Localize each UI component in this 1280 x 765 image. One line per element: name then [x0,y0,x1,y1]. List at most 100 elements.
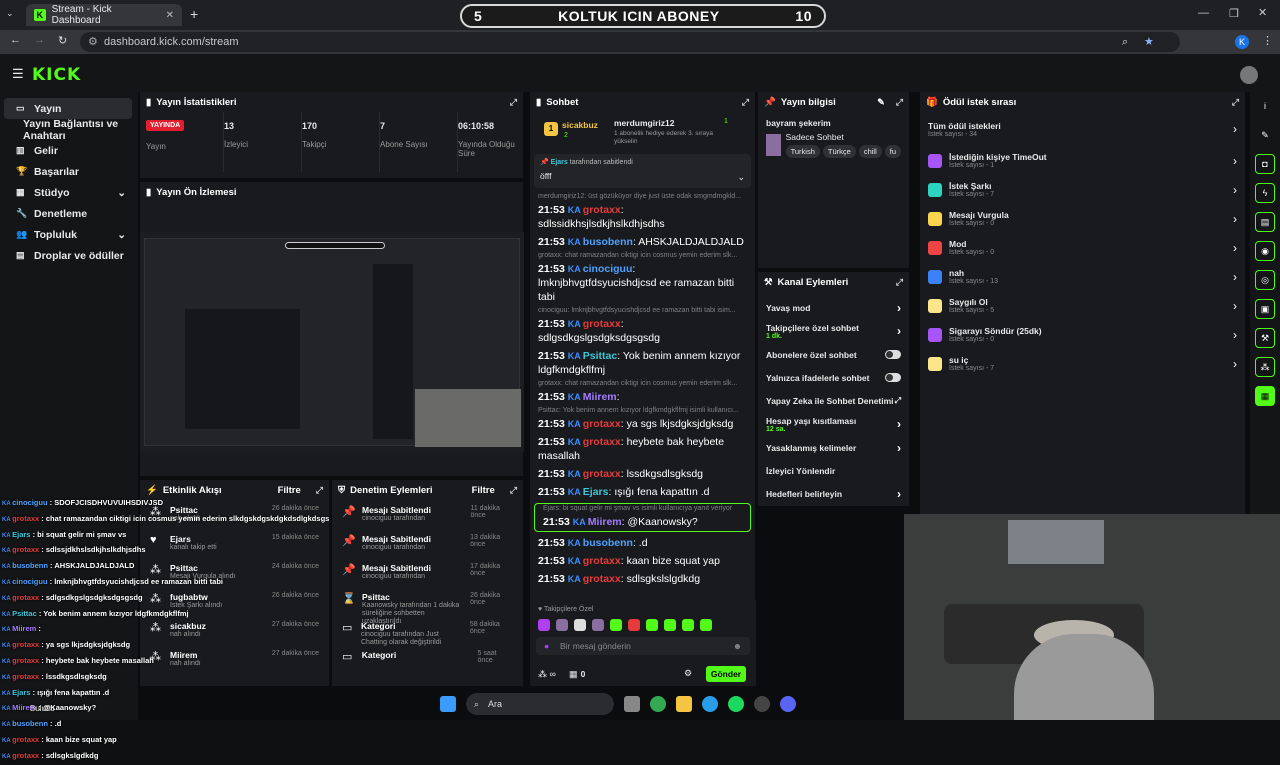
close-tab-icon[interactable]: ✕ [166,10,174,21]
chrome-icon[interactable] [650,696,666,712]
chat-username[interactable]: busobenn [583,236,633,248]
pencil-icon[interactable]: ✎ [1255,125,1275,145]
chat-username[interactable]: grotaxx [583,468,621,480]
all-rewards-row[interactable]: Tüm ödül istekleri İstek sayısı - 34 › [920,112,1245,146]
expand-icon[interactable]: ⤢ [510,97,517,108]
expand-icon[interactable]: ⤢ [316,485,323,496]
hamburger-menu-icon[interactable]: ☰ [12,66,24,82]
chat-username[interactable]: Ejars [583,486,609,498]
chat-message[interactable]: 21:53 KA Ejars: ışığı fena kapattın .d [530,483,755,501]
emote-icon[interactable] [646,619,658,631]
browser-menu-icon[interactable]: ⋮ [1262,34,1273,47]
channel-action-item[interactable]: Hesap yaşı kısıtlaması 12 sa. › [758,412,909,436]
moderation-filter-button[interactable]: Filtre [472,485,495,496]
weather-widget[interactable]: Bulutlu [30,704,54,713]
tab-list-button[interactable]: ⌄ [6,8,14,19]
channel-action-item[interactable]: Hedefleri belirleyin › [758,482,909,505]
emote-icon[interactable] [700,619,712,631]
sidebar-item-4[interactable]: ▦ Stüdyo ⌄ [4,182,132,203]
chat-message[interactable]: 21:53 KA grotaxx: sdlsgkslslgdkdg [530,570,755,588]
chat-message[interactable]: 21:53 KA grotaxx: heybete bak heybete mas… [530,433,755,465]
close-window-button[interactable]: ✕ [1258,6,1267,19]
chat-username[interactable]: grotaxx [583,573,621,585]
channel-action-item[interactable]: İzleyici Yönlendir [758,459,909,482]
emote-icon[interactable] [610,619,622,631]
chat-username[interactable]: grotaxx [583,418,621,430]
back-icon[interactable]: ← [10,34,21,46]
bookmark-star-icon[interactable]: ★ [1144,32,1154,52]
expand-icon[interactable]: ⤢ [1232,97,1239,108]
monitor-icon[interactable]: ▣ [1255,299,1275,319]
note-icon[interactable]: ▤ [1255,212,1275,232]
chat-message[interactable]: Psittac: Yok benim annem kızıyor ldgfkmd… [530,406,755,433]
edge-icon[interactable] [702,696,718,712]
channel-action-item[interactable]: Yasaklanmış kelimeler › [758,436,909,459]
emote-icon[interactable] [556,619,568,631]
new-tab-button[interactable]: + [190,6,198,22]
toggle-switch[interactable] [885,373,901,382]
emote-icon[interactable] [574,619,586,631]
sidebar-item-1[interactable]: Yayın Bağlantısı ve Anahtarı [4,118,132,142]
file-explorer-icon[interactable] [676,696,692,712]
chat-username[interactable]: grotaxx [583,318,621,330]
toggle-switch[interactable] [885,350,901,359]
reward-item[interactable]: Mod İstek sayısı - 0 › [920,233,1245,262]
sidebar-item-7[interactable]: ▤ Droplar ve ödüller [4,245,132,266]
chevron-down-icon[interactable]: ⌄ [737,172,745,183]
chat-message[interactable]: cinociguu: lmknjbhvgtfdsyucishdjcsd ee r… [530,306,755,347]
forward-icon[interactable]: → [34,34,45,46]
channel-action-item[interactable]: Abonelere özel sohbet [758,343,909,366]
preview-video[interactable] [140,232,524,452]
tag-chip[interactable]: Turkish [785,145,820,158]
restore-button[interactable]: ❐ [1229,7,1239,20]
bot-icon[interactable]: ◘ [1255,154,1275,174]
emote-icon[interactable] [538,619,550,631]
chat-username[interactable]: grotaxx [583,436,621,448]
discord-icon[interactable] [780,696,796,712]
spotify-icon[interactable] [728,696,744,712]
minimize-button[interactable]: — [1198,7,1209,19]
channel-action-item[interactable]: Yalnızca ifadelerle sohbet [758,366,909,389]
sidebar-item-6[interactable]: 👥 Topluluk ⌄ [4,224,132,245]
emote-icon[interactable] [664,619,676,631]
pinned-message[interactable]: 📌 Ejars tarafından sabitlendi öfff ⌄ [534,154,751,188]
chat-message[interactable]: 21:53 KA busobenn: .d [530,534,755,552]
profile-avatar[interactable]: K [1235,35,1249,49]
mic-icon[interactable]: ● [544,637,549,655]
sidebar-item-2[interactable]: ▥ Gelir [4,140,132,161]
taskbar-search[interactable]: ⌕ Ara [466,693,614,715]
obs-icon[interactable] [754,696,770,712]
chat-username[interactable]: busobenn [583,537,633,549]
reward-item[interactable]: nah İstek sayısı - 13 › [920,262,1245,291]
wrench-icon[interactable]: ⚒ [1255,328,1275,348]
reward-item[interactable]: İstek Şarkı İstek sayısı - 7 › [920,175,1245,204]
sidebar-item-0[interactable]: ▭ Yayın [4,98,132,119]
emote-icon[interactable] [628,619,640,631]
windows-start-icon[interactable] [440,696,456,712]
chat-message[interactable]: grotaxx: chat ramazandan ciktigi icin co… [530,251,755,306]
expand-icon[interactable]: ⤢ [896,277,903,288]
reward-item[interactable]: Saygılı Ol İstek sayısı - 5 › [920,291,1245,320]
chat-username[interactable]: Miirem [583,391,617,403]
broadcast-icon[interactable]: ◎ [1255,270,1275,290]
tag-chip[interactable]: Türkçe [822,145,856,158]
user-avatar[interactable] [1240,66,1258,84]
chat-username[interactable]: Miirem [588,516,622,528]
chat-username[interactable]: Psittac [583,350,617,362]
reward-item[interactable]: Mesajı Vurgula İstek sayısı - 0 › [920,204,1245,233]
emoji-icon[interactable]: ☻ [733,637,742,655]
settings-gear-icon[interactable]: ⚙ [684,668,692,679]
kick-logo[interactable]: KICK [32,65,81,85]
chat-message[interactable]: 21:53 KA Psittac: Yok benim annem kızıyor… [530,347,755,379]
emote-icon[interactable] [682,619,694,631]
tag-chip[interactable]: chill [858,145,882,158]
chat-bubble-icon[interactable]: ◉ [1255,241,1275,261]
reward-item[interactable]: İstediğin kişiye TimeOut İstek sayısı - 1… [920,146,1245,175]
chat-message[interactable]: 21:53 KA busobenn: AHSKJALDJALDJALD [530,233,755,251]
expand-icon[interactable]: ⤢ [510,485,517,496]
edit-icon[interactable]: ✎ [877,97,885,108]
share-icon[interactable]: ⁂ [1255,357,1275,377]
sidebar-item-3[interactable]: 🏆 Başarılar [4,161,132,182]
tag-chip[interactable]: fu [884,145,901,158]
chat-message[interactable]: 21:53 KA grotaxx: lssdkgsdlsgksdg [530,465,755,483]
